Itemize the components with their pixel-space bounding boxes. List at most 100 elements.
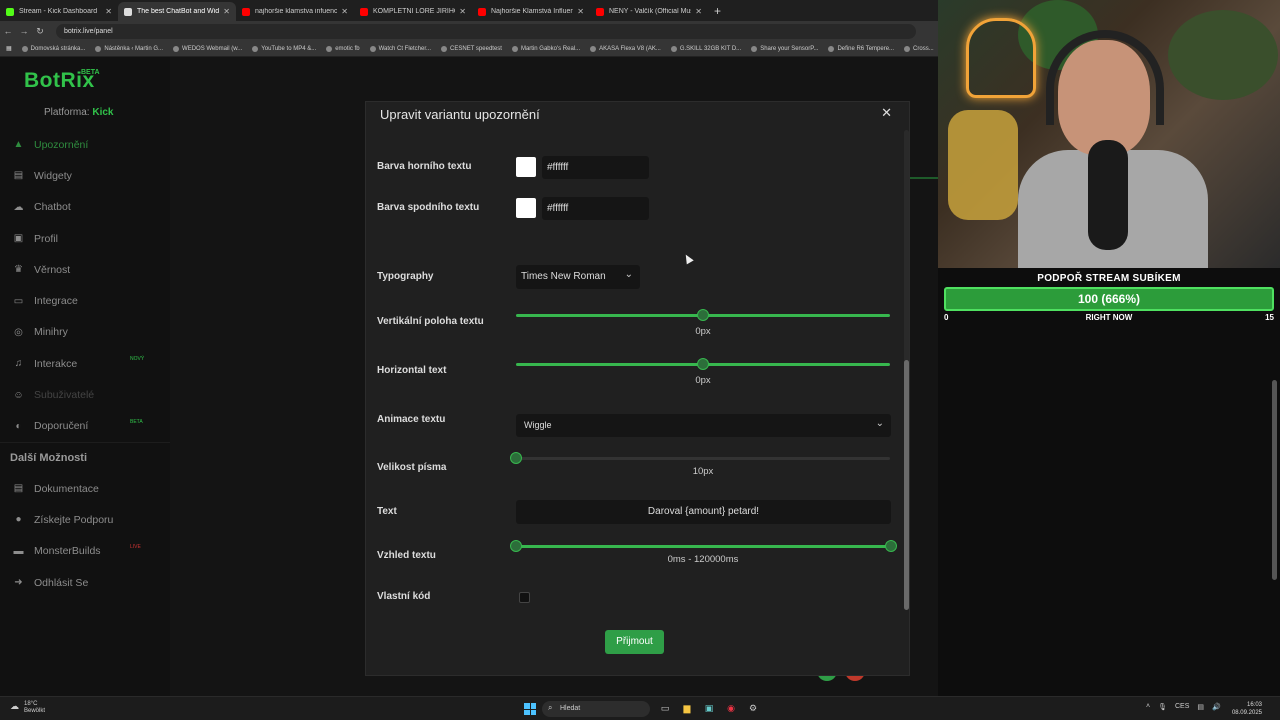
close-icon[interactable]: ✕ [459,7,466,16]
apps-grid-icon[interactable]: ▦ [6,45,12,52]
alert-text-input[interactable]: Daroval {amount} petard! [516,500,891,524]
browser-tab[interactable]: Stream - Kick Dashboard ✕ [0,2,118,21]
sidebar-item-dokumentace[interactable]: ▤ Dokumentace [0,473,170,504]
sidebar-item-monsterbuilds[interactable]: ▬ MonsterBuilds LIVE [0,536,170,567]
bookmark-item[interactable]: Watch Ct Fletcher... [369,45,432,52]
bookmark-label: Watch Ct Fletcher... [378,45,432,52]
modal-scrollbar-thumb[interactable] [904,360,909,610]
reload-icon[interactable]: ↻ [32,26,48,37]
horizontal-text-handle[interactable] [697,358,709,370]
browser-tab[interactable]: Najhoršie Klamstvá Influencerov ✕ [472,2,590,21]
sidebar-item-profil[interactable]: ▣ Profil [0,223,170,254]
text-appearance-range-slider[interactable] [516,545,890,548]
close-icon[interactable]: ✕ [881,105,892,121]
neon-sign-icon [966,18,1036,98]
url-input[interactable]: botrix.live/panel [56,23,916,39]
close-icon[interactable]: ✕ [105,7,112,16]
close-icon[interactable]: ✕ [695,7,702,16]
new-tab-icon[interactable]: + [708,4,727,21]
sidebar-item-upozorn-n-[interactable]: ▲ Upozornění [0,129,170,160]
sidebar-item-label: Věrnost [34,263,71,276]
bookmark-label: Define R6 Tempere... [837,45,895,52]
forward-icon[interactable]: → [16,26,32,36]
close-icon[interactable]: ✕ [341,7,348,16]
file-explorer-icon[interactable]: ▆ [680,701,694,715]
chevron-up-icon[interactable]: ˄ [1146,703,1150,711]
typography-select[interactable]: Times New Roman ⌄ [516,265,640,289]
sidebar-item-minihry[interactable]: ◎ Minihry [0,317,170,348]
browser-tab[interactable]: NENY - Valčík (Official Music ✕ [590,2,708,21]
bookmark-item[interactable]: G.SKILL 32GB KIT D... [670,45,741,52]
custom-code-checkbox[interactable] [519,592,530,603]
close-icon[interactable]: ✕ [223,7,230,16]
top-text-color-swatch[interactable] [516,157,536,177]
microphone-tray-icon[interactable]: 🎙 [1158,703,1167,711]
chrome-icon[interactable]: ◉ [724,701,738,715]
bookmark-favicon-icon [369,45,376,52]
sidebar-item-interakce[interactable]: ♫ Interakce NOVÝ [0,348,170,379]
platform-value: Kick [92,107,114,118]
bookmark-favicon-icon [21,45,28,52]
bookmark-item[interactable]: CESNET speedtest [441,45,502,52]
bottom-text-color-swatch[interactable] [516,198,536,218]
close-icon[interactable]: ✕ [577,7,584,16]
tab-label: The best ChatBot and Widgets [137,8,220,15]
bookmark-favicon-icon [904,45,911,52]
bookmark-favicon-icon [590,45,597,52]
bookmark-item[interactable]: WEDOS Webmail (w... [173,45,242,52]
trophy-icon: ♛ [14,264,23,276]
webcam-feed [938,0,1280,268]
bookmark-item[interactable]: YouTube to MP4 &... [252,45,316,52]
back-icon[interactable]: ← [0,26,16,36]
bottom-text-color-input[interactable]: #ffffff [542,197,649,220]
youtube-favicon-icon [478,7,486,16]
sidebar-item-z-skejte-podporu[interactable]: ● Získejte Podporu [0,504,170,535]
sidebar-item-doporu-en-[interactable]: ◐ Doporučení BETA [0,411,170,442]
task-view-icon[interactable]: ▭ [658,701,672,715]
taskbar-clock[interactable]: 16:03 08.09.2025 [1212,701,1262,717]
bookmark-item[interactable]: emotic fb [326,45,360,52]
language-indicator[interactable]: CES [1175,703,1189,711]
font-size-slider[interactable] [516,457,890,460]
browser-tab-active[interactable]: The best ChatBot and Widgets ✕ [118,2,236,21]
docs-icon: ▤ [13,483,24,495]
accept-button[interactable]: Přijmout [605,630,664,654]
top-text-color-input[interactable]: #ffffff [542,156,649,179]
text-animation-select[interactable]: Wiggle ⌄ [516,414,891,437]
network-icon[interactable]: ▤ [1197,703,1204,711]
weather-desc: Bewölkt [24,708,46,714]
browser-tab[interactable]: najhoršie klamstva infuencerov ✕ [236,2,354,21]
vertical-position-handle[interactable] [697,309,709,321]
bookmark-item[interactable]: Cross... [904,45,934,52]
sidebar-item-v-rnost[interactable]: ♛ Věrnost [0,254,170,285]
range-start-handle[interactable] [510,540,522,552]
modal-scrollbar[interactable] [904,130,909,610]
sidebar-item-label: Chatbot [34,201,71,214]
taskbar-search-label: Hledat [560,705,581,712]
cloud-icon: ☁ [10,701,19,711]
sidebar-item-integrace[interactable]: ▭ Integrace [0,285,170,316]
bookmark-item[interactable]: Nástěnka ‹ Martin G... [95,45,163,52]
sidebar-item-widgety[interactable]: ▤ Widgety [0,160,170,191]
browser-tab[interactable]: KOMPLETNÍ LORE JIŘÍHO LÁSKY ✕ [354,2,472,21]
bookmark-item[interactable]: Domovská stránka... [21,45,85,52]
bookmark-item[interactable]: Share your SensorP... [751,45,818,52]
platform-indicator[interactable]: Platforma: Kick [44,107,113,118]
background-accent-line [907,177,938,179]
custom-code-label: Vlastní kód [377,591,431,602]
store-icon[interactable]: ▣ [702,701,716,715]
bookmark-favicon-icon [441,45,448,52]
taskbar-search[interactable]: ⌕ Hledat [542,701,650,717]
bookmark-item[interactable]: Martin Gabko's Real... [511,45,580,52]
sidebar-item-chatbot[interactable]: ☁ Chatbot [0,192,170,223]
settings-icon[interactable]: ⚙ [746,701,760,715]
range-end-handle[interactable] [885,540,897,552]
bookmark-item[interactable]: AKASA Flexa V8 (AK... [590,45,661,52]
sidebar-item-odhl-sit-se[interactable]: ➜ Odhlásit Se [0,567,170,598]
sidebar-item-subu-ivatel-[interactable]: ☺ Subuživatelé [0,379,170,410]
font-size-handle[interactable] [510,452,522,464]
windows-start-icon[interactable] [524,703,536,715]
bookmark-item[interactable]: Define R6 Tempere... [828,45,895,52]
sidebar-item-label: Upozornění [34,138,89,151]
warning-icon: ▲ [13,139,24,151]
